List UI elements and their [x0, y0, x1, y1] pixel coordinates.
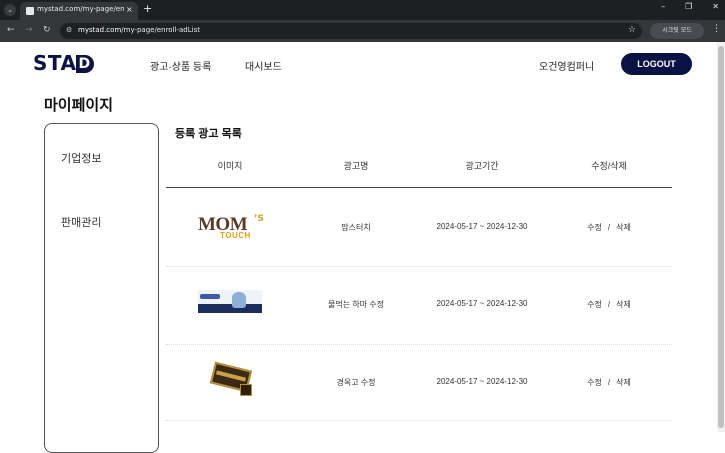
delete-link[interactable]: 삭제 — [616, 378, 631, 387]
nav-ad-register[interactable]: 광고·상품 등록 — [150, 58, 211, 73]
logout-button[interactable]: LOGOUT — [621, 53, 692, 75]
browser-tab[interactable]: mystad.com/my-page/enroll- × — [20, 2, 138, 20]
column-header-name: 광고명 — [343, 161, 369, 171]
company-name[interactable]: 오건영컴퍼니 — [539, 58, 594, 73]
sidebar: 기업정보 판매관리 — [44, 123, 159, 453]
ad-period: 2024-05-17 ~ 2024-12-30 — [436, 222, 528, 231]
browser-menu-icon[interactable]: ⋮ — [712, 24, 721, 34]
url-host: mystad.com — [78, 26, 122, 34]
page: STA D 광고·상품 등록 대시보드 오건영컴퍼니 LOGOUT 마이페이지 기… — [0, 42, 717, 453]
ad-name: 물먹는 하마 수정 — [328, 300, 384, 309]
row-actions: 수정 / 삭제 — [587, 222, 631, 233]
back-arrow-icon[interactable]: ← — [7, 25, 15, 35]
url-path: /my-page/enroll-adList — [121, 26, 200, 34]
row-divider — [166, 266, 672, 267]
action-separator: / — [607, 223, 611, 232]
scrollbar-thumb[interactable] — [718, 46, 724, 428]
banner-logo — [200, 294, 220, 299]
ad-name: 경옥고 수정 — [336, 378, 376, 387]
bookmark-star-icon[interactable]: ☆ — [628, 25, 636, 35]
row-actions: 수정 / 삭제 — [587, 299, 631, 310]
hippo-mascot-icon — [232, 292, 246, 308]
row-actions: 수정 / 삭제 — [587, 377, 631, 388]
gift-box-jar — [240, 384, 252, 396]
list-title: 등록 광고 목록 — [175, 128, 242, 140]
ad-period: 2024-05-17 ~ 2024-12-30 — [436, 377, 528, 386]
sidebar-item-sales[interactable]: 판매관리 — [61, 214, 101, 230]
moms-logo-apostrophe: ’S — [254, 214, 264, 224]
site-logo[interactable]: STA D — [33, 51, 94, 75]
banner-water — [198, 304, 262, 313]
ad-thumbnail-gyeongokgo — [209, 361, 256, 398]
page-title: 마이페이지 — [44, 97, 114, 114]
browser-toolbar: ← → ↻ ⚙ mystad.com/my-page/enroll-adList… — [0, 20, 725, 42]
sidebar-item-company-info[interactable]: 기업정보 — [61, 150, 101, 166]
window-controls: – ❐ ✕ — [661, 2, 719, 11]
column-header-image: 이미지 — [217, 161, 243, 171]
edit-link[interactable]: 수정 — [587, 223, 602, 232]
nav-dashboard[interactable]: 대시보드 — [245, 58, 282, 73]
edit-link[interactable]: 수정 — [587, 378, 602, 387]
ad-thumbnail-moms-touch: MOM ’S TOUCH — [198, 214, 264, 242]
column-header-period: 광고기간 — [465, 161, 499, 171]
ad-thumbnail-hippo — [198, 290, 262, 316]
tab-close-icon[interactable]: × — [126, 5, 133, 14]
favicon-icon — [26, 7, 34, 15]
reload-icon[interactable]: ↻ — [43, 25, 51, 35]
restore-icon[interactable]: ❐ — [685, 2, 692, 11]
header-divider — [166, 187, 672, 188]
forward-arrow-icon[interactable]: → — [25, 25, 33, 35]
ad-name: 맘스터치 — [341, 223, 371, 232]
moms-logo-sub: TOUCH — [220, 231, 251, 240]
window-close-icon[interactable]: ✕ — [712, 2, 719, 11]
browser-tab-bar: ⌄ mystad.com/my-page/enroll- × + – ❐ ✕ — [0, 0, 725, 20]
logo-text: STA — [33, 51, 77, 75]
row-divider — [166, 344, 672, 345]
tab-search-icon[interactable]: ⌄ — [4, 4, 16, 16]
action-separator: / — [607, 378, 611, 387]
incognito-chip[interactable]: 시크릿 모드 — [650, 23, 704, 39]
column-header-actions: 수정/삭제 — [591, 161, 627, 171]
action-separator: / — [607, 300, 611, 309]
tab-title: mystad.com/my-page/enroll- — [37, 5, 125, 13]
row-divider — [166, 420, 672, 421]
edit-link[interactable]: 수정 — [587, 300, 602, 309]
site-info-icon[interactable]: ⚙ — [66, 26, 72, 34]
new-tab-icon[interactable]: + — [143, 2, 152, 15]
delete-link[interactable]: 삭제 — [616, 223, 631, 232]
page-scrollbar[interactable] — [717, 42, 725, 432]
delete-link[interactable]: 삭제 — [616, 300, 631, 309]
minimize-icon[interactable]: – — [661, 2, 665, 11]
address-bar[interactable]: ⚙ mystad.com/my-page/enroll-adList ☆ — [60, 23, 642, 39]
ad-period: 2024-05-17 ~ 2024-12-30 — [436, 299, 528, 308]
logo-d-mark: D — [76, 55, 94, 73]
url-text: mystad.com/my-page/enroll-adList — [78, 26, 200, 34]
